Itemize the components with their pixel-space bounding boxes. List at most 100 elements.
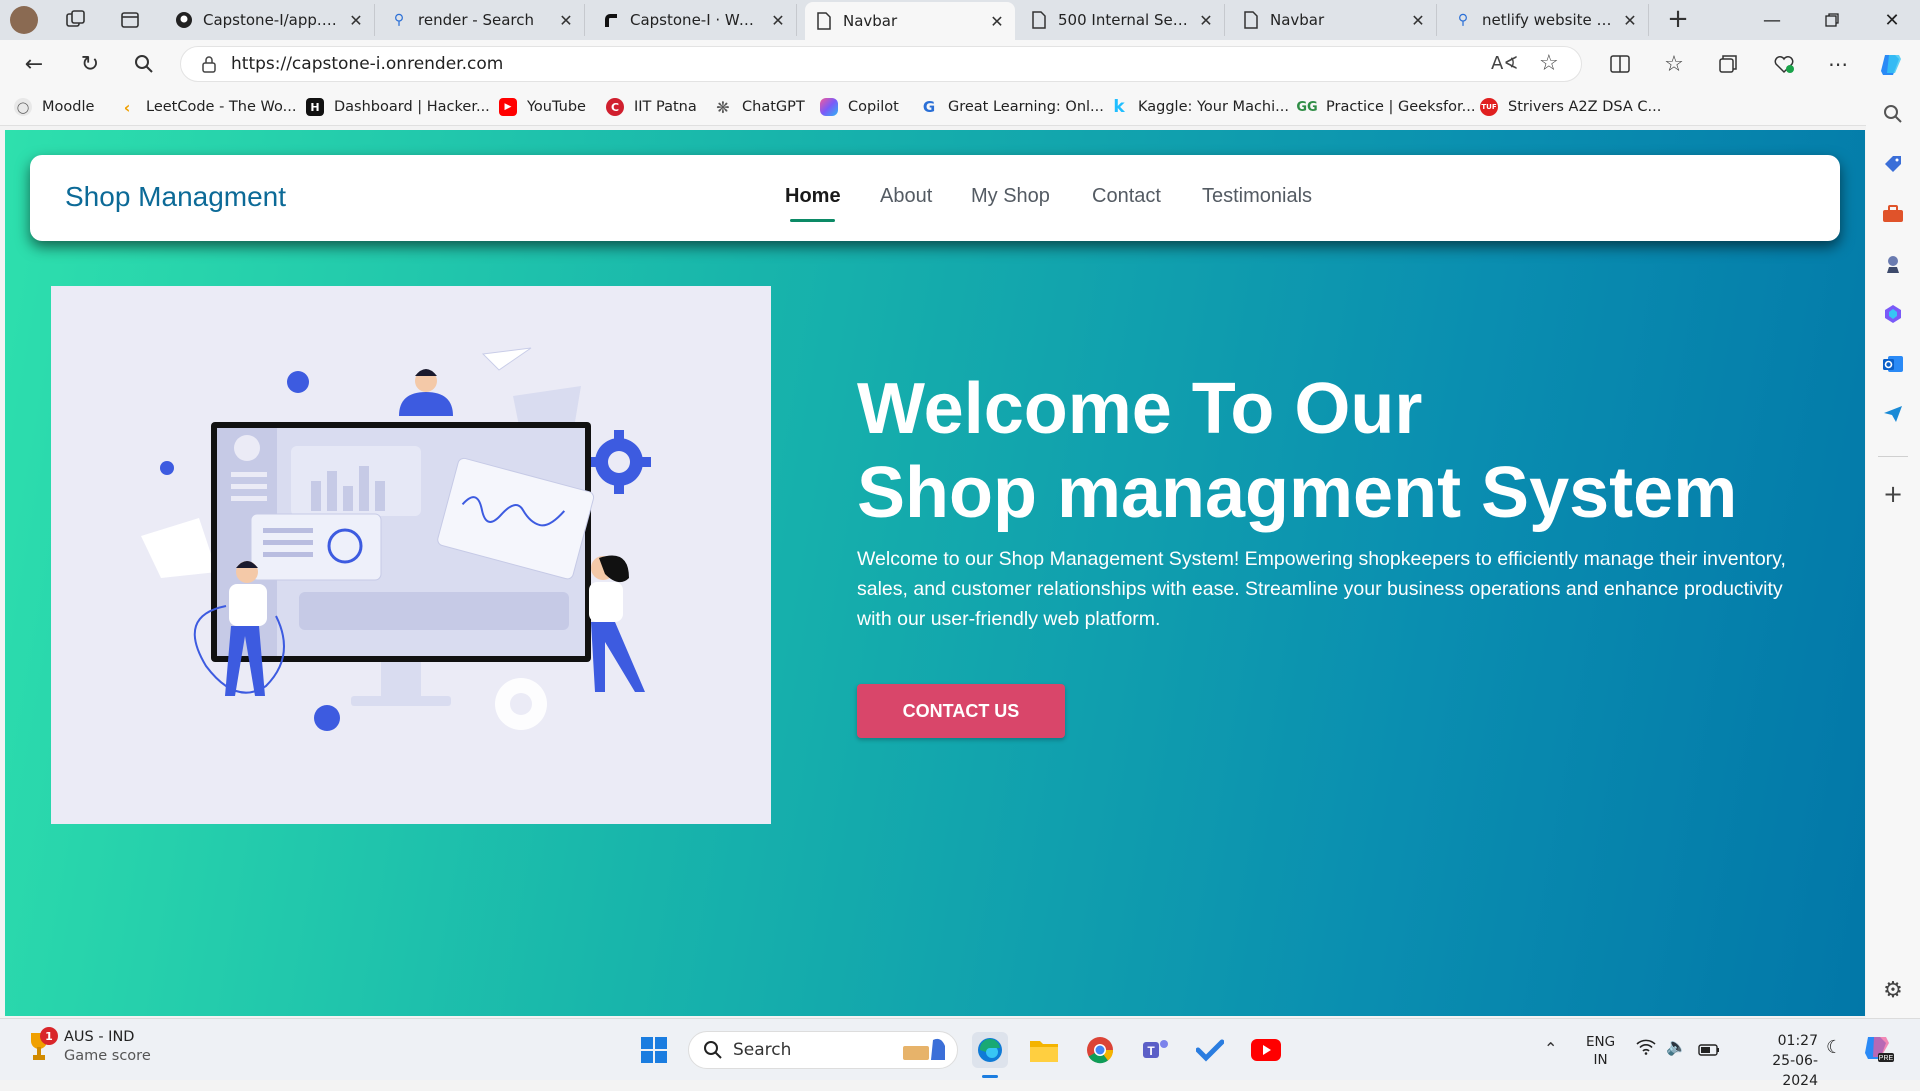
web-page: Shop Managment Home About My Shop Contac…: [5, 130, 1865, 1016]
bookmark-leetcode[interactable]: ‹ LeetCode - The Wo...: [118, 96, 297, 118]
close-window-button[interactable]: ✕: [1862, 0, 1920, 40]
copilot-preview-icon[interactable]: PRE: [1862, 1033, 1894, 1067]
search-button[interactable]: [128, 48, 160, 80]
tab-actions-icon[interactable]: [118, 8, 142, 32]
close-tab-icon[interactable]: ✕: [558, 11, 574, 30]
todo-icon[interactable]: [1192, 1032, 1228, 1068]
language-indicator[interactable]: ENG IN: [1586, 1033, 1615, 1069]
takeuforward-icon: TUF: [1480, 98, 1498, 116]
games-icon[interactable]: [1881, 252, 1905, 276]
restore-button[interactable]: [1802, 0, 1862, 40]
bookmark-copilot[interactable]: Copilot: [820, 96, 899, 118]
battery-icon[interactable]: [1698, 1041, 1720, 1060]
favorites-icon[interactable]: ☆: [1658, 48, 1690, 80]
close-tab-icon[interactable]: ✕: [989, 12, 1005, 31]
tools-icon[interactable]: [1881, 202, 1905, 226]
bookmark-youtube[interactable]: ▶ YouTube: [499, 96, 586, 118]
copilot-icon[interactable]: [1876, 48, 1908, 80]
nav-link-home[interactable]: Home: [785, 185, 841, 208]
favorite-star-icon[interactable]: ☆: [1539, 51, 1559, 76]
browser-tab[interactable]: 500 Internal Server E ✕: [1020, 4, 1225, 36]
nav-link-testimonials[interactable]: Testimonials: [1202, 185, 1312, 208]
browser-tab[interactable]: Capstone-I · Web S ✕: [592, 4, 797, 36]
browser-tab[interactable]: Capstone-I/app.py a ✕: [165, 4, 375, 36]
contact-us-button[interactable]: CONTACT US: [857, 684, 1065, 738]
tab-label: 500 Internal Server E: [1058, 11, 1190, 29]
close-tab-icon[interactable]: ✕: [770, 11, 786, 30]
bookmark-label: Strivers A2Z DSA C...: [1508, 99, 1662, 115]
refresh-button[interactable]: ↻: [74, 48, 106, 80]
windows-taskbar: 1 AUS - IND Game score Search T ⌃ ENG IN…: [0, 1018, 1920, 1089]
send-icon[interactable]: [1881, 402, 1905, 426]
bookmark-moodle[interactable]: ◯ Moodle: [14, 96, 94, 118]
hero-title-line2: Shop managment System: [857, 453, 1738, 533]
clock[interactable]: 01:27 25-06-2024: [1738, 1031, 1818, 1091]
youtube-icon[interactable]: [1248, 1032, 1284, 1068]
nav-link-contact[interactable]: Contact: [1092, 185, 1161, 208]
tab-label: netlify website host: [1482, 11, 1614, 29]
tab-label: render - Search: [418, 11, 534, 29]
kaggle-icon: k: [1113, 97, 1125, 117]
nav-link-about[interactable]: About: [880, 185, 932, 208]
minimize-button[interactable]: —: [1742, 0, 1802, 40]
shopping-tag-icon[interactable]: [1881, 152, 1905, 176]
search-icon: ⚲: [393, 12, 405, 28]
svg-text:T: T: [1147, 1044, 1155, 1058]
close-tab-icon[interactable]: ✕: [1410, 11, 1426, 30]
outlook-icon[interactable]: [1881, 352, 1905, 376]
settings-gear-icon[interactable]: ⚙: [1881, 978, 1905, 1003]
bookmark-geeksforgeeks[interactable]: GG Practice | Geeksfor...: [1296, 96, 1475, 118]
split-screen-icon[interactable]: [1604, 48, 1636, 80]
lock-icon[interactable]: [201, 55, 217, 78]
profile-avatar[interactable]: [10, 6, 38, 34]
search-icon[interactable]: [1881, 102, 1905, 126]
moodle-icon: ◯: [14, 98, 32, 116]
tab-label: Capstone-I · Web S: [630, 11, 762, 29]
region-code: IN: [1593, 1052, 1608, 1068]
volume-icon[interactable]: 🔈: [1666, 1037, 1687, 1057]
edge-browser-icon[interactable]: [972, 1032, 1008, 1068]
teams-icon[interactable]: T: [1138, 1032, 1174, 1068]
read-aloud-icon[interactable]: A∢: [1491, 53, 1518, 74]
show-hidden-icons[interactable]: ⌃: [1544, 1039, 1557, 1058]
browser-tab[interactable]: Navbar ✕: [1232, 4, 1437, 36]
nav-link-my-shop[interactable]: My Shop: [971, 185, 1050, 208]
new-tab-button[interactable]: +: [1664, 6, 1692, 34]
url-text[interactable]: https://capstone-i.onrender.com: [231, 54, 503, 74]
tab-label: Navbar: [843, 12, 898, 30]
back-button[interactable]: ←: [18, 48, 50, 80]
bookmark-label: Copilot: [848, 99, 899, 115]
browser-tab[interactable]: ⚲ render - Search ✕: [380, 4, 585, 36]
add-icon[interactable]: +: [1881, 480, 1905, 508]
do-not-disturb-icon[interactable]: ☾: [1826, 1037, 1842, 1058]
chrome-icon[interactable]: [1082, 1032, 1118, 1068]
more-options-icon[interactable]: ⋯: [1822, 48, 1854, 80]
site-brand[interactable]: Shop Managment: [65, 181, 286, 213]
bookmark-hackerrank[interactable]: H Dashboard | Hacker...: [306, 96, 490, 118]
collections-icon[interactable]: [1712, 48, 1744, 80]
file-explorer-icon[interactable]: [1026, 1032, 1062, 1068]
search-highlight-icon: [899, 1036, 951, 1069]
bookmark-strivers[interactable]: TUF Strivers A2Z DSA C...: [1480, 96, 1661, 118]
bookmark-great-learning[interactable]: G Great Learning: Onl...: [920, 96, 1104, 118]
browser-tab-active[interactable]: Navbar ✕: [805, 2, 1015, 40]
start-button[interactable]: [636, 1032, 672, 1068]
browser-essentials-icon[interactable]: [1768, 48, 1800, 80]
bookmark-chatgpt[interactable]: ❋ ChatGPT: [714, 96, 804, 118]
widgets-news[interactable]: 1 AUS - IND Game score: [28, 1027, 151, 1067]
close-tab-icon[interactable]: ✕: [348, 11, 364, 30]
address-bar[interactable]: https://capstone-i.onrender.com A∢ ☆: [180, 46, 1582, 82]
workspaces-icon[interactable]: [64, 8, 88, 32]
wifi-icon[interactable]: [1636, 1039, 1656, 1059]
close-tab-icon[interactable]: ✕: [1198, 11, 1214, 30]
page-icon: [1030, 11, 1048, 29]
hero-description: Welcome to our Shop Management System! E…: [857, 548, 1786, 630]
close-tab-icon[interactable]: ✕: [1622, 11, 1638, 30]
browser-tab[interactable]: ⚲ netlify website host ✕: [1444, 4, 1649, 36]
edge-sidebar: + ⚙: [1866, 88, 1920, 1018]
taskbar-search[interactable]: Search: [688, 1031, 958, 1069]
bookmark-kaggle[interactable]: k Kaggle: Your Machi...: [1110, 96, 1289, 118]
geeksforgeeks-icon: GG: [1296, 99, 1318, 115]
bookmark-iit-patna[interactable]: C IIT Patna: [606, 96, 697, 118]
microsoft365-icon[interactable]: [1881, 302, 1905, 326]
